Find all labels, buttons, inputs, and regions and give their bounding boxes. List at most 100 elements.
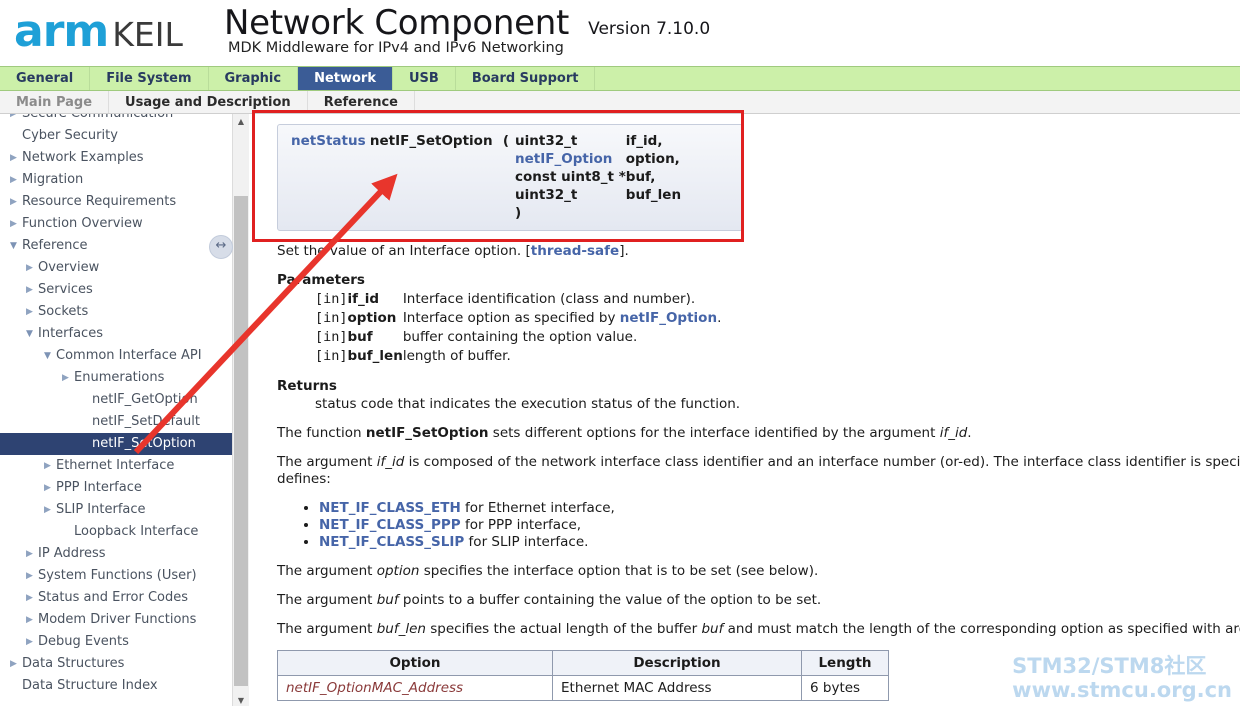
sidebar-item-status-and-error-codes[interactable]: ▶ Status and Error Codes bbox=[0, 587, 234, 609]
netif-option-link[interactable]: netIF_Option bbox=[620, 310, 717, 326]
thread-safe-link[interactable]: thread-safe bbox=[531, 243, 619, 259]
param-description: Interface option as specified by netIF_O… bbox=[403, 309, 722, 328]
chevron-down-icon[interactable]: ▼ bbox=[42, 345, 53, 367]
page-body: ▶Secure Communication▶Cyber Security▶Net… bbox=[0, 114, 1240, 706]
chevron-right-icon[interactable]: ▶ bbox=[8, 653, 19, 675]
sidebar-item-sockets[interactable]: ▶ Sockets bbox=[0, 301, 234, 323]
sidebar-item-function-overview[interactable]: ▶ Function Overview bbox=[0, 213, 234, 235]
sidebar-item-services[interactable]: ▶ Services bbox=[0, 279, 234, 301]
chevron-right-icon[interactable]: ▶ bbox=[42, 499, 53, 521]
sidebar-item-data-structure-index[interactable]: ▶Data Structure Index bbox=[0, 675, 234, 697]
chevron-right-icon[interactable]: ▶ bbox=[8, 114, 19, 125]
sidebar-item-label: Modem Driver Functions bbox=[38, 612, 197, 627]
signature-spacer-3 bbox=[291, 186, 515, 204]
signature-empty-cell bbox=[626, 204, 681, 222]
subtab-reference[interactable]: Reference bbox=[308, 91, 415, 113]
param-direction: [in] bbox=[315, 310, 348, 326]
tab-board-support[interactable]: Board Support bbox=[456, 67, 596, 90]
chevron-right-icon[interactable]: ▶ bbox=[8, 191, 19, 213]
sidebar-item-ppp-interface[interactable]: ▶ PPP Interface bbox=[0, 477, 234, 499]
sidebar-scrollbar[interactable]: ▲ ▼ bbox=[232, 114, 249, 706]
sidebar-item-network-examples[interactable]: ▶ Network Examples bbox=[0, 147, 234, 169]
tree-spacer-icon: ▶ bbox=[78, 411, 89, 433]
arm-keil-logo: arm KEIL bbox=[14, 10, 183, 57]
left-right-arrow-icon: ↔ bbox=[215, 238, 227, 253]
chevron-right-icon[interactable]: ▶ bbox=[24, 565, 35, 587]
signature-spacer-4 bbox=[291, 204, 515, 222]
subtab-main-page[interactable]: Main Page bbox=[0, 91, 110, 113]
tab-general[interactable]: General bbox=[0, 67, 91, 90]
sidebar-item-interfaces[interactable]: ▼ Interfaces bbox=[0, 323, 234, 345]
sidebar-item-reference[interactable]: ▼ Reference bbox=[0, 235, 234, 257]
arg-name-3: buf_len bbox=[625, 187, 682, 203]
sidebar-item-common-interface-api[interactable]: ▼ Common Interface API bbox=[0, 345, 234, 367]
open-paren: ( bbox=[502, 133, 510, 149]
subtab-usage-and-description[interactable]: Usage and Description bbox=[109, 91, 308, 113]
tab-file-system[interactable]: File System bbox=[90, 67, 209, 90]
sidebar-item-resource-requirements[interactable]: ▶ Resource Requirements bbox=[0, 191, 234, 213]
close-paren: ) bbox=[515, 205, 522, 221]
chevron-right-icon[interactable]: ▶ bbox=[24, 587, 35, 609]
sidebar-item-netif-getoption[interactable]: ▶netIF_GetOption bbox=[0, 389, 234, 411]
arg-type-1[interactable]: netIF_Option bbox=[515, 150, 626, 168]
param-direction: [in] bbox=[315, 291, 348, 307]
scroll-up-arrow-icon[interactable]: ▲ bbox=[233, 114, 249, 130]
chevron-right-icon[interactable]: ▶ bbox=[24, 609, 35, 631]
net-if-class-eth-link[interactable]: NET_IF_CLASS_ETH bbox=[319, 500, 461, 516]
sidebar-navigation-tree[interactable]: ▶Secure Communication▶Cyber Security▶Net… bbox=[0, 114, 235, 698]
chevron-right-icon[interactable]: ▶ bbox=[24, 543, 35, 565]
chevron-down-icon[interactable]: ▼ bbox=[8, 235, 19, 257]
chevron-right-icon[interactable]: ▶ bbox=[24, 257, 35, 279]
sidebar-item-data-structures[interactable]: ▶ Data Structures bbox=[0, 653, 234, 675]
sidebar-item-system-functions-user[interactable]: ▶ System Functions (User) bbox=[0, 565, 234, 587]
sidebar-item-loopback-interface[interactable]: ▶Loopback Interface bbox=[0, 521, 234, 543]
chevron-down-icon[interactable]: ▼ bbox=[24, 323, 35, 345]
net-if-class-slip-link[interactable]: NET_IF_CLASS_SLIP bbox=[319, 534, 464, 550]
net-if-class-ppp-link[interactable]: NET_IF_CLASS_PPP bbox=[319, 517, 461, 533]
param-name: if_id bbox=[347, 291, 380, 307]
chevron-right-icon[interactable]: ▶ bbox=[8, 169, 19, 191]
tab-usb[interactable]: USB bbox=[393, 67, 456, 90]
scrollbar-thumb[interactable] bbox=[234, 196, 248, 686]
sidebar-item-cyber-security[interactable]: ▶Cyber Security bbox=[0, 125, 234, 147]
parameter-row: [in] buf_len length of buffer. bbox=[315, 347, 721, 366]
interface-class-list: NET_IF_CLASS_ETH for Ethernet interface,… bbox=[277, 500, 1240, 551]
signature-row-0: netStatus netIF_SetOption ( uint32_t if_… bbox=[291, 132, 681, 150]
return-type-link[interactable]: netStatus bbox=[291, 133, 366, 149]
sidebar-item-netif-setoption[interactable]: ▶netIF_SetOption bbox=[0, 433, 234, 455]
chevron-right-icon[interactable]: ▶ bbox=[8, 213, 19, 235]
sidebar-item-netif-setdefault[interactable]: ▶netIF_SetDefault bbox=[0, 411, 234, 433]
sidebar-item-secure-communication[interactable]: ▶Secure Communication bbox=[0, 114, 234, 125]
chevron-right-icon[interactable]: ▶ bbox=[8, 147, 19, 169]
tab-network[interactable]: Network bbox=[298, 67, 393, 90]
parameter-row: [in] buf buffer containing the option va… bbox=[315, 328, 721, 347]
sidebar-item-modem-driver-functions[interactable]: ▶ Modem Driver Functions bbox=[0, 609, 234, 631]
chevron-right-icon[interactable]: ▶ bbox=[60, 367, 71, 389]
fn-para-mid: sets different options for the interface… bbox=[488, 425, 940, 441]
chevron-right-icon[interactable]: ▶ bbox=[42, 455, 53, 477]
arg-name-0: if_id, bbox=[625, 133, 663, 149]
tab-graphic[interactable]: Graphic bbox=[209, 67, 299, 90]
parameter-row: [in] if_id Interface identification (cla… bbox=[315, 290, 721, 309]
sidebar-item-debug-events[interactable]: ▶ Debug Events bbox=[0, 631, 234, 653]
sidebar-splitter-handle[interactable]: ↔ bbox=[209, 235, 233, 259]
sidebar-item-ethernet-interface[interactable]: ▶ Ethernet Interface bbox=[0, 455, 234, 477]
sidebar-item-label: SLIP Interface bbox=[56, 502, 146, 517]
chevron-right-icon[interactable]: ▶ bbox=[24, 301, 35, 323]
chevron-right-icon[interactable]: ▶ bbox=[24, 631, 35, 653]
chevron-right-icon[interactable]: ▶ bbox=[24, 279, 35, 301]
sidebar-item-label: Common Interface API bbox=[56, 348, 202, 363]
sidebar-item-slip-interface[interactable]: ▶ SLIP Interface bbox=[0, 499, 234, 521]
column-header-option: Option bbox=[277, 650, 553, 676]
sidebar-item-label: IP Address bbox=[38, 546, 106, 561]
sidebar-item-enumerations[interactable]: ▶ Enumerations bbox=[0, 367, 234, 389]
chevron-right-icon[interactable]: ▶ bbox=[42, 477, 53, 499]
opt-para-pre: The argument bbox=[277, 563, 377, 579]
sidebar-item-label: netIF_SetDefault bbox=[92, 414, 200, 429]
sidebar-item-migration[interactable]: ▶ Migration bbox=[0, 169, 234, 191]
scroll-down-arrow-icon[interactable]: ▼ bbox=[233, 693, 249, 706]
opt-para-post: specifies the interface option that is t… bbox=[419, 563, 819, 579]
signature-prototype-cell: netStatus netIF_SetOption ( bbox=[291, 132, 515, 150]
sidebar-item-overview[interactable]: ▶ Overview bbox=[0, 257, 234, 279]
sidebar-item-ip-address[interactable]: ▶ IP Address bbox=[0, 543, 234, 565]
